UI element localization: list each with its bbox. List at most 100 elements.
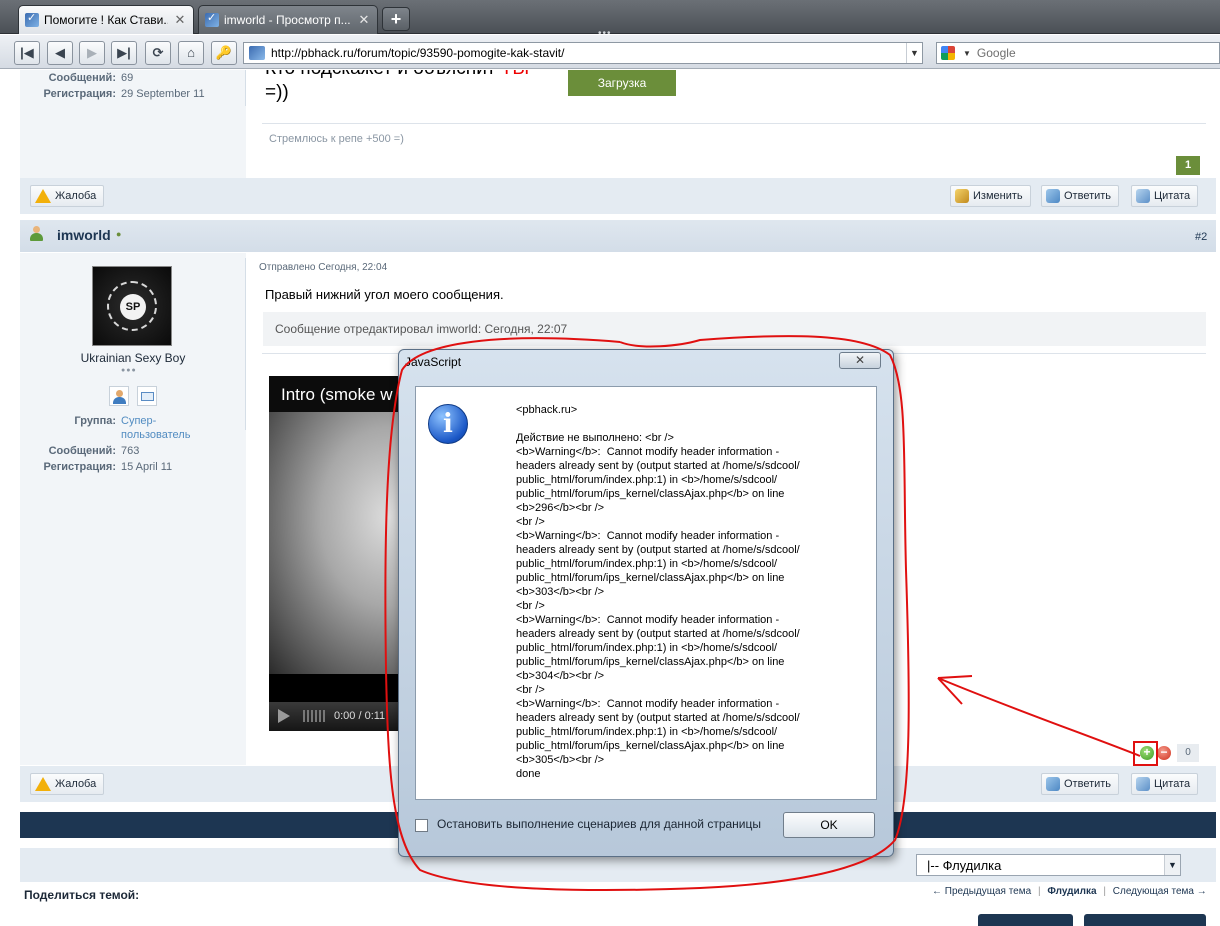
rank-pips-icon: ●●●: [121, 367, 137, 374]
view-profile-icon[interactable]: [109, 386, 129, 406]
address-bar[interactable]: http://pbhack.ru/forum/topic/93590-pomog…: [243, 42, 923, 64]
rep-plus-icon[interactable]: +: [1140, 746, 1154, 760]
dialog-close-button[interactable]: ✕: [839, 352, 881, 369]
last-page-button[interactable]: ▶|: [111, 41, 137, 65]
loading-indicator: Загрузка: [568, 70, 676, 96]
post2-quote-button[interactable]: Цитата: [1131, 773, 1199, 795]
post2-group-line2[interactable]: пользователь: [121, 429, 190, 441]
next-topic-link[interactable]: Следующая тема →: [1113, 886, 1207, 897]
forum-page: Сообщений: 69 Регистрация: 29 September …: [0, 70, 1220, 926]
post2-author-link[interactable]: imworld: [57, 227, 111, 243]
reload-button[interactable]: ⟳: [145, 41, 171, 65]
tab-title: Помогите ! Как Стави...: [44, 13, 168, 27]
post1-reg-date: 29 September 11: [121, 88, 205, 100]
post2-messages-label: Сообщений:: [48, 445, 116, 457]
signature-divider: [262, 123, 1206, 124]
post2-header-bar: [20, 220, 1216, 252]
tab-close-icon[interactable]: ✕: [357, 12, 371, 28]
chevron-down-icon[interactable]: ▼: [1164, 855, 1180, 875]
post1-edit-button[interactable]: Изменить: [950, 185, 1031, 207]
navigation-bar: |◀ ◀ ▶ ▶| ⟳ ⌂ 🔑 http://pbhack.ru/forum/t…: [0, 35, 1220, 69]
reply-icon: [1046, 189, 1060, 203]
post1-text-line2: =)): [265, 82, 289, 103]
post2-group-label: Группа:: [74, 415, 116, 427]
video-time: 0:00 / 0:11: [334, 710, 386, 722]
tab-title: imworld - Просмотр п...: [224, 13, 351, 27]
url-text: http://pbhack.ru/forum/topic/93590-pomog…: [271, 46, 565, 60]
site-favicon-icon: [249, 46, 265, 60]
new-tab-button[interactable]: +: [382, 7, 410, 31]
tab-active[interactable]: Помогите ! Как Стави... ✕: [18, 5, 194, 34]
search-placeholder: Google: [976, 46, 1016, 60]
share-topic-label: Поделиться темой:: [24, 888, 140, 902]
security-info-icon[interactable]: 🔑: [211, 41, 237, 65]
post1-signature: Стремлюсь к репе +500 =): [269, 133, 404, 145]
post2-group-line1[interactable]: Супер-: [121, 415, 156, 427]
first-page-button[interactable]: |◀: [14, 41, 40, 65]
video-player[interactable]: Intro (smoke w 0:00 / 0:11: [269, 376, 409, 731]
post1-quote-button[interactable]: Цитата: [1131, 185, 1199, 207]
previous-topic-link[interactable]: ← Предыдущая тема: [932, 886, 1031, 897]
post1-text: Кто подскажет и объяснит: [265, 70, 496, 79]
url-history-dropdown-icon[interactable]: ▼: [906, 43, 922, 63]
stop-scripts-label[interactable]: Остановить выполнение сценариев для данн…: [437, 817, 761, 831]
post2-avatar[interactable]: SP: [92, 266, 172, 346]
video-volume-icon[interactable]: [303, 710, 325, 722]
post2-report-button[interactable]: Жалоба: [30, 773, 105, 795]
site-favicon-icon: [205, 11, 219, 27]
post2-text: Правый нижний угол моего сообщения.: [265, 287, 504, 302]
post2-posted-date: Отправлено Сегодня, 22:04: [259, 262, 388, 273]
current-forum-link[interactable]: Флудилка: [1047, 886, 1096, 897]
javascript-alert-dialog: JavaScript ✕ i <pbhack.ru> Действие не в…: [398, 349, 894, 857]
post2-reply-button[interactable]: Ответить: [1041, 773, 1120, 795]
info-icon: i: [428, 404, 468, 444]
tab-close-icon[interactable]: ✕: [173, 12, 187, 28]
post2-reg-label: Регистрация:: [43, 461, 116, 473]
reply-label: Ответить: [1064, 778, 1112, 790]
reply-label: Ответить: [1064, 190, 1112, 202]
post1-reg-label: Регистрация:: [43, 88, 116, 100]
rep-minus-icon[interactable]: −: [1157, 746, 1171, 760]
tab-inactive[interactable]: imworld - Просмотр п... ✕: [198, 5, 378, 34]
post1-report-button[interactable]: Жалоба: [30, 185, 105, 207]
report-label: Жалоба: [55, 778, 97, 790]
post1-reputation-count: 1: [1176, 156, 1200, 175]
post2-number-link[interactable]: #2: [1195, 231, 1207, 243]
search-input[interactable]: ▼ Google: [936, 42, 1220, 64]
forward-button[interactable]: ▶: [79, 41, 105, 65]
video-play-icon[interactable]: [278, 709, 290, 723]
post2-edited-text: Сообщение отредактировал imworld: Сегодн…: [275, 322, 568, 336]
post1-messages-label: Сообщений:: [48, 72, 116, 84]
post1-controls-bar: [20, 178, 1216, 214]
warning-icon: [35, 777, 51, 791]
post2-divider: [245, 258, 246, 430]
annotation-arrow-head: [937, 675, 973, 705]
back-button[interactable]: ◀: [47, 41, 73, 65]
tab-bar: Помогите ! Как Стави... ✕ imworld - Прос…: [0, 0, 1220, 39]
quote-icon: [1136, 777, 1150, 791]
video-frame: [269, 412, 409, 674]
site-favicon-icon: [25, 11, 39, 27]
quote-icon: [1136, 189, 1150, 203]
footer-button[interactable]: [978, 914, 1073, 926]
post1-reply-button[interactable]: Ответить: [1041, 185, 1120, 207]
user-online-icon: [29, 226, 43, 242]
home-button[interactable]: ⌂: [178, 41, 204, 65]
footer-button[interactable]: [1084, 914, 1206, 926]
edit-icon: [955, 189, 969, 203]
post2-reg-date: 15 April 11: [121, 461, 173, 473]
send-message-icon[interactable]: [137, 386, 157, 406]
post2-messages-count: 763: [121, 445, 140, 457]
post1-author-panel: [20, 70, 246, 178]
google-search-engine-icon[interactable]: [941, 46, 955, 60]
warning-icon: [35, 189, 51, 203]
search-engine-dropdown-icon[interactable]: ▼: [963, 49, 971, 58]
post2-reputation-count: 0: [1177, 744, 1199, 762]
topic-navigation: ← Предыдущая тема | Флудилка | Следующая…: [932, 886, 1207, 897]
stop-scripts-checkbox[interactable]: [415, 819, 428, 832]
report-label: Жалоба: [55, 190, 97, 202]
edit-label: Изменить: [973, 190, 1023, 202]
post1-divider: [245, 70, 246, 106]
forum-jump-select[interactable]: |-- Флудилка ▼: [916, 854, 1181, 876]
ok-button[interactable]: OK: [783, 812, 875, 838]
